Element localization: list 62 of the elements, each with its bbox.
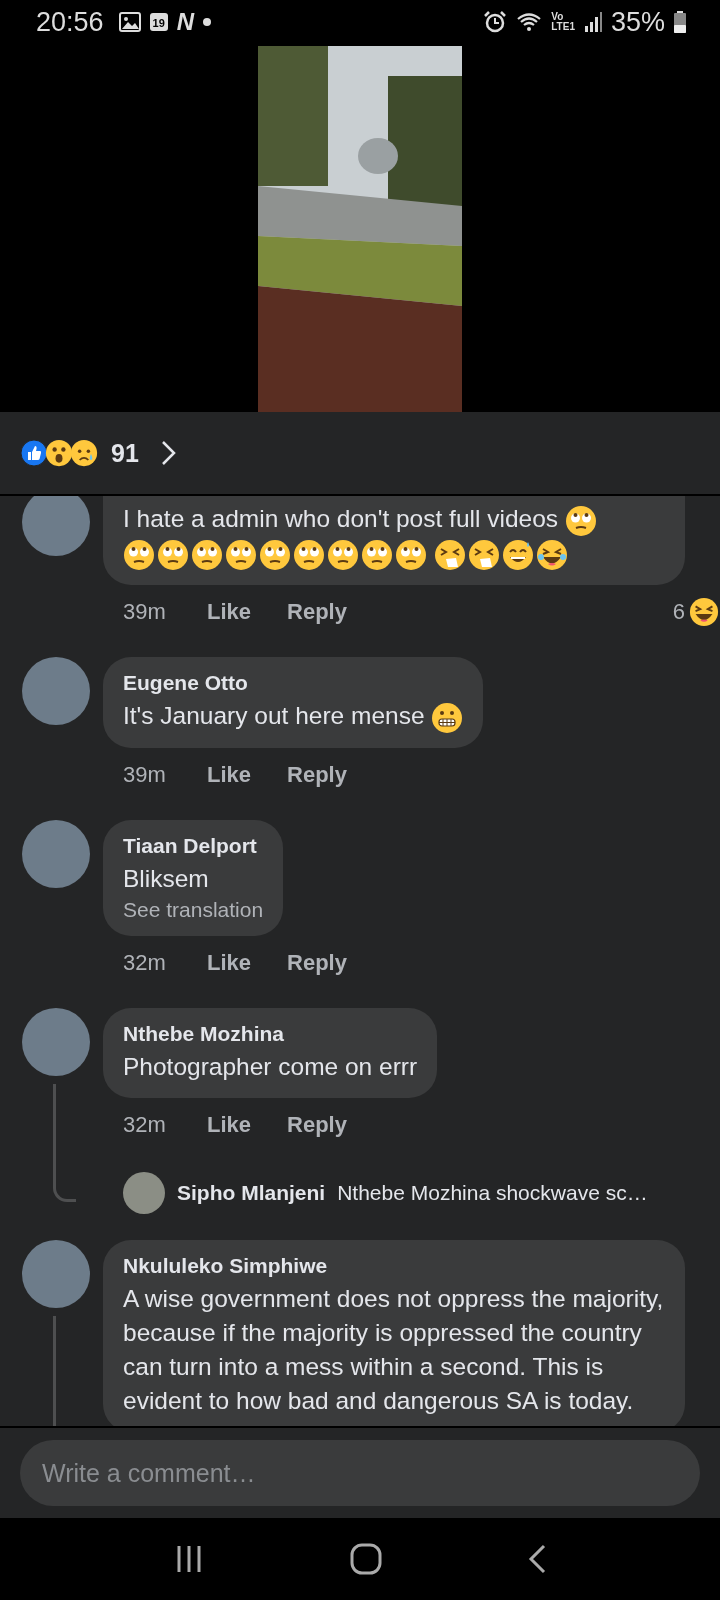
rolling-eyes-face-icon [123,539,155,572]
rolling-eyes-face-icon [564,504,597,537]
network-label: LTE1 [551,22,575,32]
comment-time: 39m [123,599,167,626]
alarm-clock-icon [483,10,508,34]
reply-author[interactable]: Sipho Mlanjeni [177,1180,326,1205]
rolling-eyes-face-icon [225,539,257,572]
sad-tear-face-icon [70,439,98,467]
comment-time: 32m [123,949,167,976]
video-thumbnail[interactable] [258,46,462,412]
reply-preview-text[interactable]: Nthebe Mozhina shockwave sc… [337,1180,648,1205]
comment-reaction-count[interactable]: 6 [672,599,685,626]
comment-time: 39m [123,761,167,788]
thumbs-up-icon [20,439,48,467]
battery-icon [674,11,686,33]
rolling-eyes-face-icon [361,539,393,572]
back-icon[interactable] [527,1543,548,1575]
home-icon[interactable] [350,1543,382,1575]
dot-icon [203,18,212,26]
image-icon [118,12,141,32]
comment-text: Bliksem [123,863,210,894]
comment-text: I hate a admin who don't post full videos [123,502,665,572]
app-logo: N [176,8,195,36]
reply-button[interactable]: Reply [287,1111,347,1138]
calendar-icon: 19 [149,13,168,31]
network-label: Vo [551,12,565,22]
laughing-tears-face-icon [535,539,568,572]
laughing-face-icon [689,597,719,628]
squinting-tissue-face-icon [467,539,500,572]
reply-button[interactable]: Reply [287,949,347,976]
like-button[interactable]: Like [207,761,252,788]
commenter-name[interactable]: Eugene Otto [123,671,464,696]
rolling-eyes-face-icon [327,539,359,572]
comment-text: A wise government does not oppress the majority, because if the majority is oppressed the country can turn into a mess within a second. This is evident to how bad and dangerous SA is today. [123,1283,665,1416]
reaction-count[interactable]: 91 [111,438,139,468]
rolling-eyes-face-icon [191,539,223,572]
commenter-name[interactable]: Nthebe Mozhina [123,1021,418,1046]
grimacing-face-icon [431,701,464,734]
reply-button[interactable]: Reply [287,599,347,626]
avatar[interactable] [123,1171,165,1214]
rolling-eyes-face-icon [259,539,291,572]
comment-text: Photographer come on errr [123,1051,418,1082]
like-button[interactable]: Like [207,1111,252,1138]
comment-time: 32m [123,1111,167,1138]
grinning-sweat-face-icon [501,539,534,572]
surprised-face-icon [45,439,73,467]
wifi-icon [516,11,543,33]
rolling-eyes-face-icon [157,539,189,572]
see-translation-link[interactable]: See translation [123,897,264,922]
clock-time: 20:56 [36,6,104,38]
rolling-eyes-face-icon [395,539,427,572]
signal-icon [583,11,602,33]
like-button[interactable]: Like [207,949,252,976]
battery-percent: 35% [610,6,665,38]
reply-button[interactable]: Reply [287,761,347,788]
squinting-tissue-face-icon [433,539,466,572]
commenter-name[interactable]: Tiaan Delport [123,833,264,858]
comment-text: It's January out here mense [123,699,464,734]
like-button[interactable]: Like [207,599,252,626]
comment-input-field[interactable]: Write a comment… [20,1440,700,1506]
commenter-name[interactable]: Nkululeko Simphiwe [123,1253,665,1278]
rolling-eyes-face-icon [293,539,325,572]
